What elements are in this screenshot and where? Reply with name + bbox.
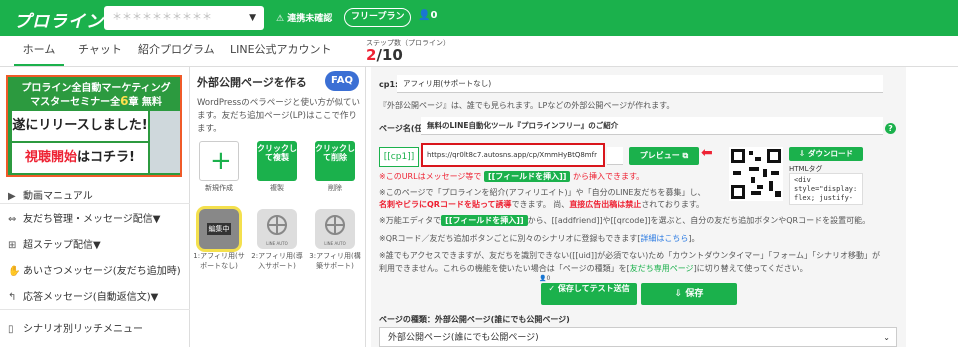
public-notice: 『外部公開ページ』は、誰でも見られます。LPなどの外部公開ページが作れます。 <box>379 101 675 110</box>
reply-icon: ↰ <box>8 292 17 303</box>
account-name: ＊＊＊＊＊＊＊＊＊＊ <box>112 12 212 23</box>
template-label-3: 3:アフィリ用(構築サポート) <box>309 252 361 270</box>
sidebar-item-auto-reply[interactable]: ↰ 応答メッセージ(自動返信文)▼ <box>8 288 158 303</box>
plus-icon: + <box>210 146 232 176</box>
template-label-1: 1:アフィリ用(サポートなし) <box>193 252 245 270</box>
sidebar-item-step[interactable]: ⊞ 超ステップ配信▼ <box>8 236 101 251</box>
save-and-test-button[interactable]: ✓ 保存してテスト送信 <box>541 283 637 305</box>
link-warning[interactable]: ⚠ 連携未確認 <box>276 11 332 24</box>
chevron-down-icon: ▼ <box>249 13 256 23</box>
sitemap-icon: ⊞ <box>8 240 17 251</box>
warning-label: 連携未確認 <box>287 14 333 24</box>
access-note: ※誰でもアクセスできますが、友だちを識別できない([[uid]]が必須でない)た… <box>379 251 880 260</box>
editor-panel: cp1: アフィリ用(サポートなし) 『外部公開ページ』は、誰でも見られます。L… <box>371 67 906 347</box>
presenter-image <box>150 111 180 173</box>
template-label-2: 2:アフィリ用(導入サポート) <box>251 252 303 270</box>
tab-chat[interactable]: チャット <box>78 36 122 66</box>
exchange-icon: ⇔ <box>8 214 17 225</box>
main-nav: ホーム チャット 紹介プログラム LINE公式アカウント <box>0 36 958 66</box>
download-icon: ⇩ <box>799 149 806 158</box>
page-list-panel: 外部公開ページを作る FAQ WordPressのペラページと使い方が似ています… <box>191 67 366 347</box>
steps-current: 2 <box>366 46 377 64</box>
preview-button[interactable]: プレビュー ⧉ <box>629 147 699 165</box>
page-name-input[interactable]: 無料のLINE自動化ツール『プロラインフリー』のご紹介 <box>421 117 883 135</box>
cp-label: cp1: <box>379 80 399 89</box>
play-icon: ▶ <box>8 191 16 202</box>
new-page-button[interactable]: + <box>199 141 239 181</box>
banner-line1: プロライン全自動マーケティング <box>21 83 171 94</box>
qr-code <box>729 147 783 201</box>
page-type-label: ページの種類：外部公開ページ(誰にでも公開ページ) <box>379 315 570 324</box>
panel-title: 外部公開ページを作る <box>197 76 307 89</box>
delete-label: 削除 <box>328 184 342 192</box>
template-card-1[interactable]: 編集中 <box>199 209 239 249</box>
sidebar-item-rich-menu[interactable]: ▯ シナリオ別リッチメニュー <box>8 320 143 335</box>
url-field-ext <box>607 147 623 165</box>
warning-icon: ⚠ <box>276 14 285 24</box>
new-page-label: 新規作成 <box>205 184 233 192</box>
copy-page-button[interactable]: クリックして複製 <box>257 141 297 181</box>
plan-badge[interactable]: フリープラン <box>344 8 412 27</box>
usage-note-2: 名刺やビラにQRコードを貼って誘導できます。 尚、直接広告出稿は禁止されておりま… <box>379 200 705 209</box>
access-note-2: 利用できません。これらの機能を使いたい場合は「ページの種類」を[友だち専用ページ… <box>379 264 808 273</box>
url-note: ※このURLはメッセージ等で [[フィールドを挿入]] から挿入できます。 <box>379 171 645 182</box>
globe-icon <box>267 215 287 235</box>
details-link[interactable]: 詳細はこちら <box>640 234 688 243</box>
banner-line3: 遂にリリースしました! <box>12 111 148 141</box>
globe-icon <box>325 215 345 235</box>
chevron-down-icon: ⌄ <box>883 333 890 342</box>
check-icon: ✓ <box>548 284 556 293</box>
user-icon: 👤 <box>418 10 431 21</box>
steps-total: /10 <box>376 46 403 64</box>
hand-icon: ✋ <box>8 266 21 277</box>
save-button[interactable]: ⇩ 保存 <box>641 283 737 305</box>
cp-name-input[interactable]: アフィリ用(サポートなし) <box>397 75 883 93</box>
panel-description: WordPressのペラページと使い方が似ています。友だち追加ページ(LP)はこ… <box>197 98 361 134</box>
banner-line4: 視聴開始はコチラ! <box>12 143 148 173</box>
app-logo[interactable]: プロライン <box>14 7 104 32</box>
mobile-icon: ▯ <box>8 324 14 335</box>
banner-line2: マスターセミナー全6章 無料 <box>30 94 162 108</box>
top-header: プロライン ＊＊＊＊＊＊＊＊＊＊ ▼ ⚠ 連携未確認 フリープラン 👤0 <box>0 0 958 36</box>
cp-tag: [[cp1]] <box>379 147 419 167</box>
external-link-icon: ⧉ <box>682 151 689 160</box>
delete-page-button[interactable]: クリックして削除 <box>315 141 355 181</box>
tab-line-official[interactable]: LINE公式アカウント <box>230 36 332 66</box>
steps-counter: 2/10 <box>366 46 403 64</box>
user-count: 0 <box>430 10 438 21</box>
editing-badge: 編集中 <box>207 223 231 235</box>
page-editor: cp1: アフィリ用(サポートなし) 『外部公開ページ』は、誰でも見られます。L… <box>367 67 958 347</box>
account-selector[interactable]: ＊＊＊＊＊＊＊＊＊＊ ▼ <box>104 6 264 30</box>
html-tag-textarea[interactable]: <div style="display: flex; justify- <box>789 173 863 205</box>
copy-label: 複製 <box>270 184 284 192</box>
user-menu[interactable]: 👤0 <box>418 10 437 21</box>
sidebar-item-video-manual[interactable]: ▶ 動画マニュアル <box>8 187 93 202</box>
download-icon: ⇩ <box>674 289 683 299</box>
page-url-field[interactable]: https://qr0lt8c7.autosns.app/cp/XmmHyBtQ… <box>421 143 605 167</box>
tab-referral[interactable]: 紹介プログラム <box>138 36 215 66</box>
divider <box>0 309 190 310</box>
sidebar-item-greeting[interactable]: ✋ あいさつメッセージ(友だち追加時) <box>8 262 181 277</box>
scenario-note: ※QRコード／友だち追加ボタンごとに別々のシナリオに登録もできます[詳細はこちら… <box>379 234 700 243</box>
faq-button[interactable]: FAQ <box>325 71 359 91</box>
usage-note: ※このページで「プロラインを紹介(アフィリエイト)」や「自分のLINE友だちを募… <box>379 188 706 197</box>
sidebar: プロライン全自動マーケティング マスターセミナー全6章 無料 遂にリリースしまし… <box>0 67 190 347</box>
template-card-2[interactable]: LINE AUTO <box>257 209 297 249</box>
save-count: 👤0 <box>539 275 551 282</box>
editor-note: ※万能エディタで [[フィールドを挿入]] から、[[addfriend]]や[[q… <box>379 215 871 226</box>
template-card-3[interactable]: LINE AUTO <box>315 209 355 249</box>
help-icon[interactable]: ? <box>885 123 896 134</box>
seminar-banner[interactable]: プロライン全自動マーケティング マスターセミナー全6章 無料 遂にリリースしまし… <box>6 75 182 177</box>
divider <box>0 203 190 204</box>
page-type-select[interactable]: 外部公開ページ(誰にでも公開ページ) ⌄ <box>379 327 897 347</box>
sidebar-item-friends[interactable]: ⇔ 友だち管理・メッセージ配信▼ <box>8 210 161 225</box>
red-arrow-icon: ⬅ <box>701 145 713 161</box>
tab-home[interactable]: ホーム <box>14 36 64 66</box>
download-button[interactable]: ⇩ ダウンロード <box>789 147 863 161</box>
